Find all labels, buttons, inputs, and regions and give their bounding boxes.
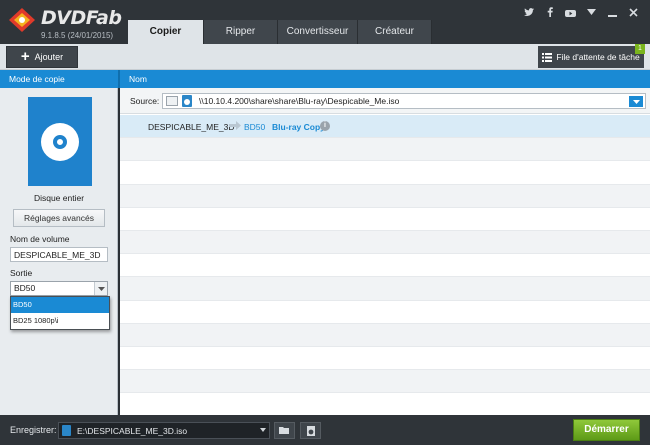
save-path: E:\DESPICABLE_ME_3D.iso bbox=[77, 426, 188, 436]
title-name: DESPICABLE_ME_3D bbox=[148, 122, 235, 132]
task-queue-label: File d'attente de tâche bbox=[556, 52, 640, 62]
youtube-icon[interactable] bbox=[560, 5, 581, 19]
list-row bbox=[120, 370, 650, 394]
copy-mode-panel: Disque entier Réglages avancés Nom de vo… bbox=[0, 88, 118, 415]
plus-icon: + bbox=[20, 47, 30, 65]
queue-count-badge: 1 bbox=[635, 44, 645, 54]
minimize-icon[interactable] bbox=[602, 5, 623, 19]
source-path: \\10.10.4.200\share\share\Blu-ray\Despic… bbox=[199, 96, 400, 106]
folder-open-icon bbox=[279, 427, 289, 434]
list-row bbox=[120, 277, 650, 301]
output-label: Sortie bbox=[10, 268, 33, 278]
title-list: DESPICABLE_ME_3D BD50 Blu-ray Copy i bbox=[120, 115, 650, 417]
name-column-header: Nom bbox=[120, 70, 650, 88]
volume-name-input[interactable] bbox=[10, 247, 108, 262]
title-format: BD50 bbox=[244, 122, 266, 132]
disc-file-icon bbox=[182, 95, 192, 107]
add-button[interactable]: + Ajouter bbox=[6, 46, 78, 68]
list-row bbox=[120, 346, 650, 371]
source-row: Source: \\10.10.4.200\share\share\Blu-ra… bbox=[120, 88, 650, 114]
iso-file-icon bbox=[62, 425, 71, 436]
copy-mode-label: Disque entier bbox=[33, 193, 85, 203]
save-path-field[interactable]: E:\DESPICABLE_ME_3D.iso bbox=[58, 422, 270, 439]
main-tabs: Copier Ripper Convertisseur Créateur bbox=[128, 20, 432, 44]
volume-name-label: Nom de volume bbox=[10, 234, 70, 244]
list-row bbox=[120, 207, 650, 231]
facebook-icon[interactable] bbox=[539, 5, 560, 19]
iso-output-button[interactable] bbox=[300, 422, 321, 439]
title-row[interactable]: DESPICABLE_ME_3D BD50 Blu-ray Copy i bbox=[120, 115, 650, 139]
folder-icon bbox=[166, 96, 178, 106]
list-row bbox=[120, 323, 650, 347]
info-icon[interactable]: i bbox=[320, 121, 330, 131]
copy-mode-header: Mode de copie bbox=[0, 70, 118, 88]
output-option-bd50[interactable]: BD50 bbox=[11, 297, 109, 313]
list-row bbox=[120, 138, 650, 162]
iso-icon bbox=[306, 425, 315, 436]
dvdfab-logo-icon bbox=[9, 8, 35, 32]
arrow-right-icon bbox=[229, 121, 241, 130]
advanced-settings-button[interactable]: Réglages avancés bbox=[13, 209, 105, 227]
tab-createur[interactable]: Créateur bbox=[358, 20, 432, 44]
tab-ripper[interactable]: Ripper bbox=[204, 20, 278, 44]
output-option-bd25[interactable]: BD25 1080p\i bbox=[11, 313, 109, 329]
source-label: Source: bbox=[130, 96, 160, 106]
app-version: 9.1.8.5 (24/01/2015) bbox=[41, 31, 114, 40]
browse-folder-button[interactable] bbox=[274, 422, 295, 439]
twitter-icon[interactable] bbox=[518, 5, 539, 19]
source-dropdown-button[interactable] bbox=[629, 96, 643, 107]
dropdown-icon[interactable] bbox=[581, 5, 602, 19]
window-controls bbox=[518, 5, 644, 19]
bottom-bar: Enregistrer: E:\DESPICABLE_ME_3D.iso Dém… bbox=[0, 415, 650, 445]
list-row bbox=[120, 230, 650, 255]
list-row bbox=[120, 393, 650, 417]
toolbar: + Ajouter File d'attente de tâche 1 bbox=[0, 44, 650, 70]
title-bar: DVDFab 9.1.8.5 (24/01/2015) Copier Rippe… bbox=[0, 0, 650, 44]
save-path-dropdown-icon[interactable] bbox=[260, 428, 266, 432]
app-logo: DVDFab 9.1.8.5 (24/01/2015) bbox=[8, 5, 138, 43]
source-field[interactable]: \\10.10.4.200\share\share\Blu-ray\Despic… bbox=[162, 93, 646, 109]
list-row bbox=[120, 254, 650, 278]
task-queue-button[interactable]: File d'attente de tâche 1 bbox=[538, 44, 645, 68]
output-select-value: BD50 bbox=[14, 283, 36, 293]
save-to-label: Enregistrer: bbox=[10, 425, 57, 435]
chevron-down-icon[interactable] bbox=[94, 282, 107, 295]
list-row bbox=[120, 300, 650, 324]
title-copy-mode-link[interactable]: Blu-ray Copy bbox=[272, 122, 325, 132]
list-row bbox=[120, 161, 650, 185]
list-row bbox=[120, 184, 650, 208]
output-select[interactable]: BD50 bbox=[10, 281, 108, 296]
app-name: DVDFab bbox=[41, 7, 122, 29]
close-icon[interactable] bbox=[623, 5, 644, 19]
full-disc-mode-card[interactable] bbox=[28, 97, 92, 186]
add-button-label: Ajouter bbox=[34, 52, 64, 62]
title-list-panel: Source: \\10.10.4.200\share\share\Blu-ra… bbox=[120, 88, 650, 417]
tab-copier[interactable]: Copier bbox=[128, 20, 204, 44]
list-icon bbox=[542, 52, 553, 62]
disc-icon bbox=[41, 122, 79, 161]
start-button[interactable]: Démarrer bbox=[573, 419, 640, 441]
tab-convertisseur[interactable]: Convertisseur bbox=[278, 20, 358, 44]
output-dropdown-list: BD50 BD25 1080p\i bbox=[10, 296, 110, 330]
